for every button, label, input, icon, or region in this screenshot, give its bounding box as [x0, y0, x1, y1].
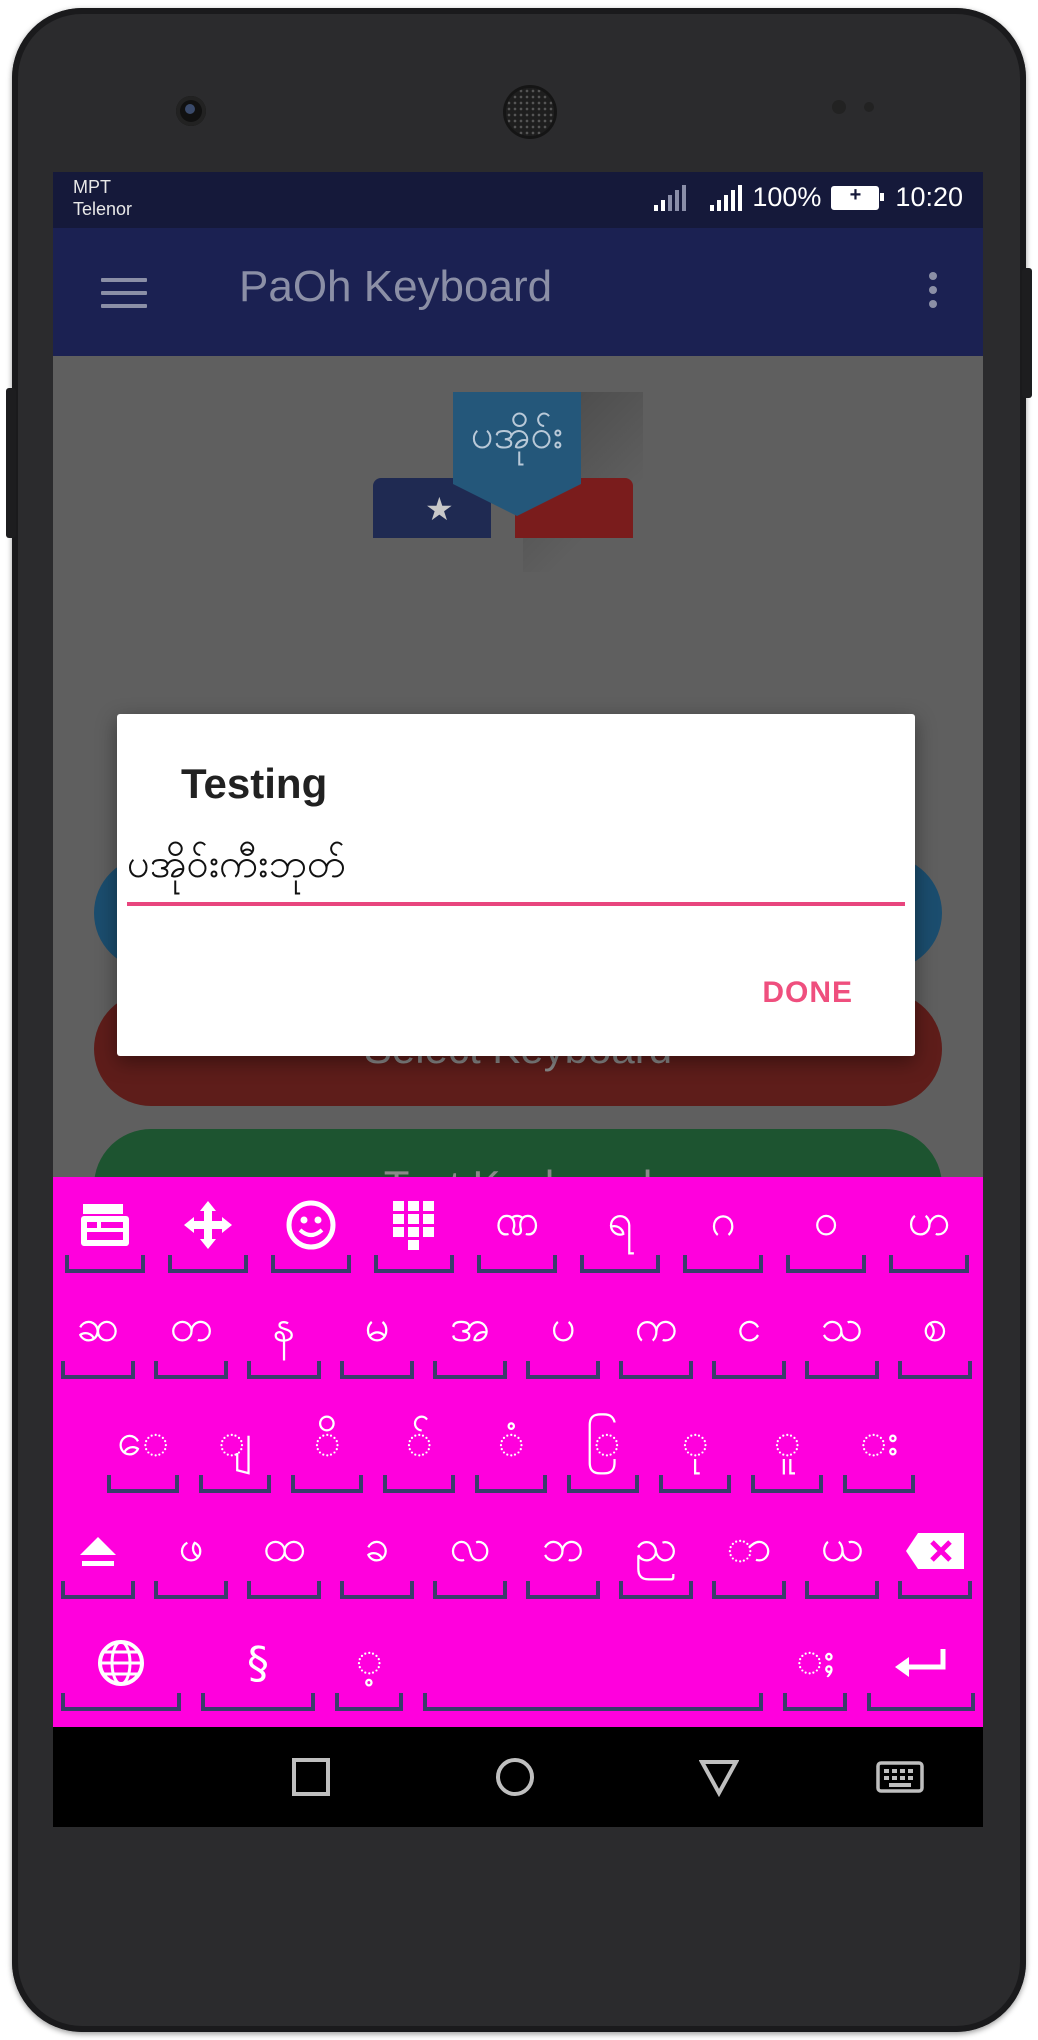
carrier-labels: MPT Telenor	[73, 176, 132, 220]
enter-key[interactable]	[861, 1623, 981, 1711]
keyboard-row-2: ဆ တ န မ အ ပ က င သ စ	[53, 1291, 983, 1405]
key-r3-2[interactable]: ျ	[193, 1405, 277, 1493]
keyboard-row-4: ဖ ထ ခ လ ဘ ည ာ ယ	[53, 1511, 983, 1625]
battery-charging-icon: +	[831, 184, 885, 210]
key-r4-6[interactable]: ဘ	[520, 1511, 606, 1599]
battery-percent: 100%	[752, 182, 822, 212]
key-r2-3[interactable]: န	[241, 1291, 327, 1379]
power-button	[1022, 268, 1032, 398]
screen: MPT Telenor 100% + 10:20 PaOh Keyboard ★…	[53, 172, 983, 1827]
carrier-telenor: Telenor	[73, 199, 133, 219]
keyboard-row-1: ဏ ရ ဂ ဝ ဟ	[53, 1185, 983, 1299]
key-r1-7[interactable]: ဂ	[677, 1185, 769, 1273]
clipboard-icon	[81, 1204, 129, 1246]
volume-button	[6, 388, 16, 538]
numpad-icon	[393, 1201, 434, 1250]
key-r2-7[interactable]: က	[613, 1291, 699, 1379]
front-camera	[176, 96, 206, 126]
emoji-key[interactable]	[265, 1185, 357, 1273]
key-r2-9[interactable]: သ	[799, 1291, 885, 1379]
keyboard-row-5: § ့ ႈ	[53, 1623, 983, 1737]
key-r4-7[interactable]: ည	[613, 1511, 699, 1599]
key-r3-8[interactable]: ူ	[745, 1405, 829, 1493]
key-r2-4[interactable]: မ	[334, 1291, 420, 1379]
move-key[interactable]	[162, 1185, 254, 1273]
key-r3-4[interactable]: ်	[377, 1405, 461, 1493]
clock: 10:20	[895, 182, 963, 212]
more-vert-icon[interactable]	[929, 272, 937, 314]
tone-mark-key[interactable]: ႈ	[777, 1623, 853, 1711]
key-r3-3[interactable]: ိ	[285, 1405, 369, 1493]
key-r1-5[interactable]: ဏ	[471, 1185, 563, 1273]
key-r4-5[interactable]: လ	[427, 1511, 513, 1599]
status-indicators: 100% + 10:20	[654, 182, 963, 213]
key-r1-9[interactable]: ဟ	[883, 1185, 975, 1273]
emoji-icon	[286, 1200, 336, 1250]
key-r3-7[interactable]: ု	[653, 1405, 737, 1493]
carrier-mpt: MPT	[73, 177, 111, 197]
key-r3-5[interactable]: ံ	[469, 1405, 553, 1493]
key-r4-8[interactable]: ာ	[706, 1511, 792, 1599]
move-icon	[184, 1201, 232, 1249]
app-title: PaOh Keyboard	[239, 262, 553, 311]
clipboard-key[interactable]	[59, 1185, 151, 1273]
key-r4-2[interactable]: ဖ	[148, 1511, 234, 1599]
shift-icon	[80, 1537, 116, 1566]
section-key[interactable]: §	[195, 1623, 321, 1711]
key-r3-6[interactable]: ြ	[561, 1405, 645, 1493]
star-icon: ★	[425, 490, 454, 528]
key-r2-10[interactable]: စ	[892, 1291, 978, 1379]
logo-text: ပအိုဝ်း	[470, 411, 564, 458]
logo-pennant-tip	[453, 484, 581, 516]
key-r2-5[interactable]: အ	[427, 1291, 513, 1379]
keyboard-switch-icon[interactable]	[875, 1757, 925, 1797]
signal-strong-icon	[710, 184, 743, 211]
key-r2-2[interactable]: တ	[148, 1291, 234, 1379]
key-r1-8[interactable]: ဝ	[780, 1185, 872, 1273]
dialog-title: Testing	[181, 760, 328, 807]
key-r1-6[interactable]: ရ	[574, 1185, 666, 1273]
signal-weak-icon	[654, 184, 687, 211]
status-bar: MPT Telenor 100% + 10:20	[53, 172, 983, 228]
circle-home-icon[interactable]	[495, 1757, 535, 1797]
done-button[interactable]: DONE	[762, 976, 853, 1010]
keyboard-row-3: ေ ျ ိ ် ံ ြ ု ူ း	[53, 1405, 983, 1519]
proximity-sensor	[832, 100, 846, 114]
light-sensor	[864, 102, 874, 112]
key-r4-4[interactable]: ခ	[334, 1511, 420, 1599]
enter-icon	[895, 1649, 946, 1677]
globe-icon	[98, 1640, 144, 1686]
earpiece-speaker	[506, 88, 554, 136]
square-recents-icon[interactable]	[291, 1757, 331, 1797]
space-key[interactable]	[417, 1623, 769, 1711]
shift-key[interactable]	[55, 1511, 141, 1599]
key-r3-1[interactable]: ေ	[101, 1405, 185, 1493]
key-r3-9[interactable]: း	[837, 1405, 921, 1493]
key-r4-9[interactable]: ယ	[799, 1511, 885, 1599]
testing-dialog: Testing DONE	[117, 714, 915, 1056]
numpad-key[interactable]	[368, 1185, 460, 1273]
backspace-key[interactable]	[892, 1511, 978, 1599]
language-key[interactable]	[55, 1623, 187, 1711]
key-r2-1[interactable]: ဆ	[55, 1291, 141, 1379]
hamburger-menu-icon[interactable]	[101, 278, 147, 308]
paoh-keyboard: ဏ ရ ဂ ဝ ဟ ဆ တ န မ အ ပ က င သ စ ေ ျ ိ ် ံ …	[53, 1177, 983, 1727]
test-input-field[interactable]	[127, 832, 905, 906]
navigation-bar	[53, 1727, 983, 1827]
app-bar: PaOh Keyboard	[53, 228, 983, 356]
key-r4-3[interactable]: ထ	[241, 1511, 327, 1599]
app-logo: ပအိုဝ်း	[453, 392, 581, 484]
key-r2-6[interactable]: ပ	[520, 1291, 606, 1379]
dot-below-key[interactable]: ့	[329, 1623, 409, 1711]
key-r2-8[interactable]: င	[706, 1291, 792, 1379]
triangle-back-icon[interactable]	[699, 1757, 739, 1797]
backspace-icon	[906, 1533, 964, 1569]
